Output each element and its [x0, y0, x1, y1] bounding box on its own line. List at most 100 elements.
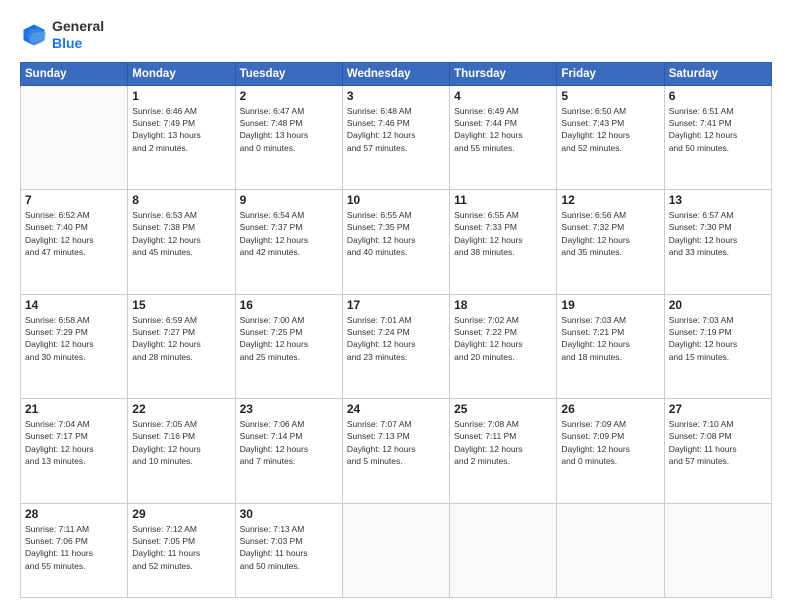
- day-number: 19: [561, 298, 659, 312]
- calendar-week-row: 21 Sunrise: 7:04 AM Sunset: 7:17 PM Dayli…: [21, 399, 772, 504]
- calendar-cell: 4 Sunrise: 6:49 AM Sunset: 7:44 PM Daylig…: [450, 85, 557, 190]
- calendar-cell: 25 Sunrise: 7:08 AM Sunset: 7:11 PM Dayli…: [450, 399, 557, 504]
- calendar-cell: 13 Sunrise: 6:57 AM Sunset: 7:30 PM Dayli…: [664, 190, 771, 295]
- day-number: 27: [669, 402, 767, 416]
- day-info: Sunrise: 7:06 AM Sunset: 7:14 PM Dayligh…: [240, 418, 338, 467]
- calendar-cell: 11 Sunrise: 6:55 AM Sunset: 7:33 PM Dayli…: [450, 190, 557, 295]
- day-number: 18: [454, 298, 552, 312]
- logo: General Blue: [20, 18, 104, 52]
- calendar-week-row: 14Sunrise: 6:58 AM Sunset: 7:29 PM Dayli…: [21, 294, 772, 399]
- calendar-cell: 12 Sunrise: 6:56 AM Sunset: 7:32 PM Dayli…: [557, 190, 664, 295]
- day-number: 13: [669, 193, 767, 207]
- day-info: Sunrise: 6:46 AM Sunset: 7:49 PM Dayligh…: [132, 105, 230, 154]
- calendar-cell: 19 Sunrise: 7:03 AM Sunset: 7:21 PM Dayli…: [557, 294, 664, 399]
- day-number: 3: [347, 89, 445, 103]
- day-info: Sunrise: 6:52 AM Sunset: 7:40 PM Dayligh…: [25, 209, 123, 258]
- calendar-header-row: SundayMondayTuesdayWednesdayThursdayFrid…: [21, 62, 772, 85]
- day-info: Sunrise: 6:50 AM Sunset: 7:43 PM Dayligh…: [561, 105, 659, 154]
- day-number: 24: [347, 402, 445, 416]
- weekday-header-tuesday: Tuesday: [235, 62, 342, 85]
- calendar-week-row: 1 Sunrise: 6:46 AM Sunset: 7:49 PM Daylig…: [21, 85, 772, 190]
- day-number: 26: [561, 402, 659, 416]
- calendar-cell: 5 Sunrise: 6:50 AM Sunset: 7:43 PM Daylig…: [557, 85, 664, 190]
- day-info: Sunrise: 6:48 AM Sunset: 7:46 PM Dayligh…: [347, 105, 445, 154]
- day-info: Sunrise: 7:13 AM Sunset: 7:03 PM Dayligh…: [240, 523, 338, 572]
- logo-icon: [20, 21, 48, 49]
- day-number: 7: [25, 193, 123, 207]
- day-number: 22: [132, 402, 230, 416]
- day-number: 17: [347, 298, 445, 312]
- day-number: 16: [240, 298, 338, 312]
- day-info: Sunrise: 7:10 AM Sunset: 7:08 PM Dayligh…: [669, 418, 767, 467]
- calendar-cell: 16Sunrise: 7:00 AM Sunset: 7:25 PM Dayli…: [235, 294, 342, 399]
- day-number: 15: [132, 298, 230, 312]
- day-number: 11: [454, 193, 552, 207]
- day-info: Sunrise: 7:08 AM Sunset: 7:11 PM Dayligh…: [454, 418, 552, 467]
- calendar-cell: 20 Sunrise: 7:03 AM Sunset: 7:19 PM Dayli…: [664, 294, 771, 399]
- weekday-header-wednesday: Wednesday: [342, 62, 449, 85]
- day-number: 2: [240, 89, 338, 103]
- calendar-cell: [342, 503, 449, 597]
- day-number: 8: [132, 193, 230, 207]
- calendar-cell: 1 Sunrise: 6:46 AM Sunset: 7:49 PM Daylig…: [128, 85, 235, 190]
- day-info: Sunrise: 6:56 AM Sunset: 7:32 PM Dayligh…: [561, 209, 659, 258]
- day-number: 20: [669, 298, 767, 312]
- calendar-cell: 8 Sunrise: 6:53 AM Sunset: 7:38 PM Daylig…: [128, 190, 235, 295]
- weekday-header-sunday: Sunday: [21, 62, 128, 85]
- weekday-header-monday: Monday: [128, 62, 235, 85]
- calendar-cell: 26 Sunrise: 7:09 AM Sunset: 7:09 PM Dayli…: [557, 399, 664, 504]
- day-info: Sunrise: 6:47 AM Sunset: 7:48 PM Dayligh…: [240, 105, 338, 154]
- day-info: Sunrise: 6:59 AM Sunset: 7:27 PM Dayligh…: [132, 314, 230, 363]
- day-number: 25: [454, 402, 552, 416]
- day-number: 23: [240, 402, 338, 416]
- calendar-cell: [557, 503, 664, 597]
- day-info: Sunrise: 7:09 AM Sunset: 7:09 PM Dayligh…: [561, 418, 659, 467]
- day-info: Sunrise: 7:11 AM Sunset: 7:06 PM Dayligh…: [25, 523, 123, 572]
- day-info: Sunrise: 7:12 AM Sunset: 7:05 PM Dayligh…: [132, 523, 230, 572]
- day-info: Sunrise: 6:51 AM Sunset: 7:41 PM Dayligh…: [669, 105, 767, 154]
- calendar-week-row: 7 Sunrise: 6:52 AM Sunset: 7:40 PM Daylig…: [21, 190, 772, 295]
- calendar-cell: 29 Sunrise: 7:12 AM Sunset: 7:05 PM Dayli…: [128, 503, 235, 597]
- calendar-cell: 18 Sunrise: 7:02 AM Sunset: 7:22 PM Dayli…: [450, 294, 557, 399]
- weekday-header-friday: Friday: [557, 62, 664, 85]
- calendar-cell: 3 Sunrise: 6:48 AM Sunset: 7:46 PM Daylig…: [342, 85, 449, 190]
- logo-text: General Blue: [52, 18, 104, 52]
- day-info: Sunrise: 7:05 AM Sunset: 7:16 PM Dayligh…: [132, 418, 230, 467]
- calendar-cell: 14Sunrise: 6:58 AM Sunset: 7:29 PM Dayli…: [21, 294, 128, 399]
- day-number: 5: [561, 89, 659, 103]
- day-info: Sunrise: 7:03 AM Sunset: 7:21 PM Dayligh…: [561, 314, 659, 363]
- day-info: Sunrise: 6:55 AM Sunset: 7:33 PM Dayligh…: [454, 209, 552, 258]
- day-number: 1: [132, 89, 230, 103]
- day-info: Sunrise: 7:07 AM Sunset: 7:13 PM Dayligh…: [347, 418, 445, 467]
- calendar-cell: [664, 503, 771, 597]
- calendar-cell: [450, 503, 557, 597]
- calendar-cell: 22 Sunrise: 7:05 AM Sunset: 7:16 PM Dayli…: [128, 399, 235, 504]
- day-info: Sunrise: 7:02 AM Sunset: 7:22 PM Dayligh…: [454, 314, 552, 363]
- calendar-cell: 10Sunrise: 6:55 AM Sunset: 7:35 PM Dayli…: [342, 190, 449, 295]
- calendar-cell: 17Sunrise: 7:01 AM Sunset: 7:24 PM Dayli…: [342, 294, 449, 399]
- header: General Blue: [20, 18, 772, 52]
- calendar-cell: 27 Sunrise: 7:10 AM Sunset: 7:08 PM Dayli…: [664, 399, 771, 504]
- day-number: 29: [132, 507, 230, 521]
- day-number: 4: [454, 89, 552, 103]
- day-number: 12: [561, 193, 659, 207]
- calendar-cell: 7 Sunrise: 6:52 AM Sunset: 7:40 PM Daylig…: [21, 190, 128, 295]
- calendar-table: SundayMondayTuesdayWednesdayThursdayFrid…: [20, 62, 772, 598]
- calendar-cell: 6Sunrise: 6:51 AM Sunset: 7:41 PM Daylig…: [664, 85, 771, 190]
- day-number: 14: [25, 298, 123, 312]
- calendar-cell: 9Sunrise: 6:54 AM Sunset: 7:37 PM Daylig…: [235, 190, 342, 295]
- page: General Blue SundayMondayTuesdayWednesda…: [0, 0, 792, 612]
- day-info: Sunrise: 7:03 AM Sunset: 7:19 PM Dayligh…: [669, 314, 767, 363]
- calendar-cell: 21 Sunrise: 7:04 AM Sunset: 7:17 PM Dayli…: [21, 399, 128, 504]
- day-info: Sunrise: 7:04 AM Sunset: 7:17 PM Dayligh…: [25, 418, 123, 467]
- day-info: Sunrise: 6:55 AM Sunset: 7:35 PM Dayligh…: [347, 209, 445, 258]
- day-info: Sunrise: 6:49 AM Sunset: 7:44 PM Dayligh…: [454, 105, 552, 154]
- day-info: Sunrise: 6:57 AM Sunset: 7:30 PM Dayligh…: [669, 209, 767, 258]
- day-number: 21: [25, 402, 123, 416]
- calendar-cell: 24 Sunrise: 7:07 AM Sunset: 7:13 PM Dayli…: [342, 399, 449, 504]
- calendar-week-row: 28Sunrise: 7:11 AM Sunset: 7:06 PM Dayli…: [21, 503, 772, 597]
- day-info: Sunrise: 6:53 AM Sunset: 7:38 PM Dayligh…: [132, 209, 230, 258]
- weekday-header-saturday: Saturday: [664, 62, 771, 85]
- calendar-cell: 23 Sunrise: 7:06 AM Sunset: 7:14 PM Dayli…: [235, 399, 342, 504]
- day-info: Sunrise: 6:54 AM Sunset: 7:37 PM Dayligh…: [240, 209, 338, 258]
